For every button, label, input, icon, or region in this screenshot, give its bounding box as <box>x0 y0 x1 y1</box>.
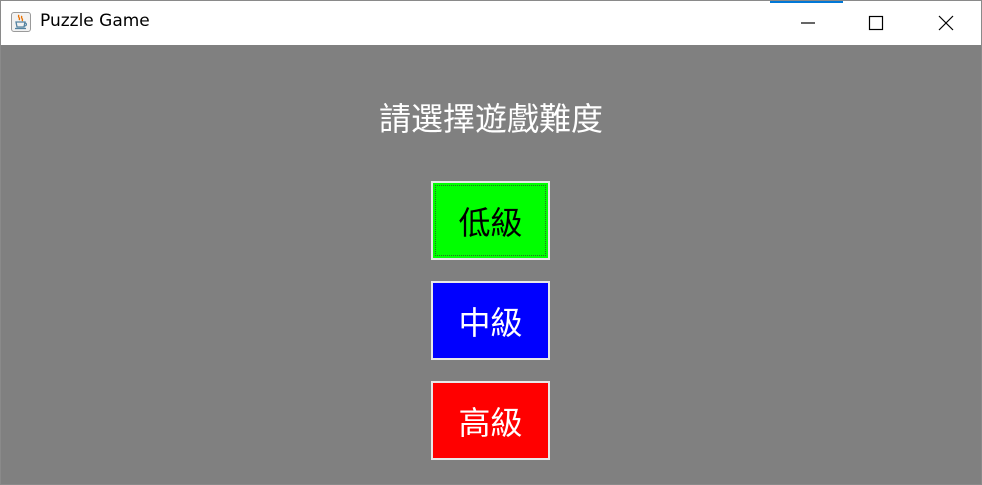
medium-level-label: 中級 <box>458 303 523 342</box>
close-button[interactable] <box>923 1 969 45</box>
easy-level-label: 低級 <box>458 203 523 242</box>
minimize-button[interactable] <box>785 1 831 45</box>
hard-level-label: 高級 <box>458 403 523 442</box>
maximize-icon <box>868 15 884 31</box>
medium-level-button[interactable]: 中級 <box>431 281 550 360</box>
maximize-button[interactable] <box>853 1 899 45</box>
difficulty-prompt: 請選擇遊戲難度 <box>378 100 603 138</box>
hard-level-button[interactable]: 高級 <box>431 381 550 460</box>
app-window: Puzzle Game 請選擇遊戲難度 低級 中級 高級 <box>0 0 982 485</box>
minimize-icon <box>801 22 815 24</box>
window-title: Puzzle Game <box>40 11 150 31</box>
java-coffee-cup-icon[interactable] <box>11 12 31 32</box>
difficulty-panel: 請選擇遊戲難度 低級 中級 高級 <box>1 45 981 484</box>
title-bar[interactable]: Puzzle Game <box>1 1 981 45</box>
close-icon <box>938 15 954 31</box>
easy-level-button[interactable]: 低級 <box>431 181 550 260</box>
